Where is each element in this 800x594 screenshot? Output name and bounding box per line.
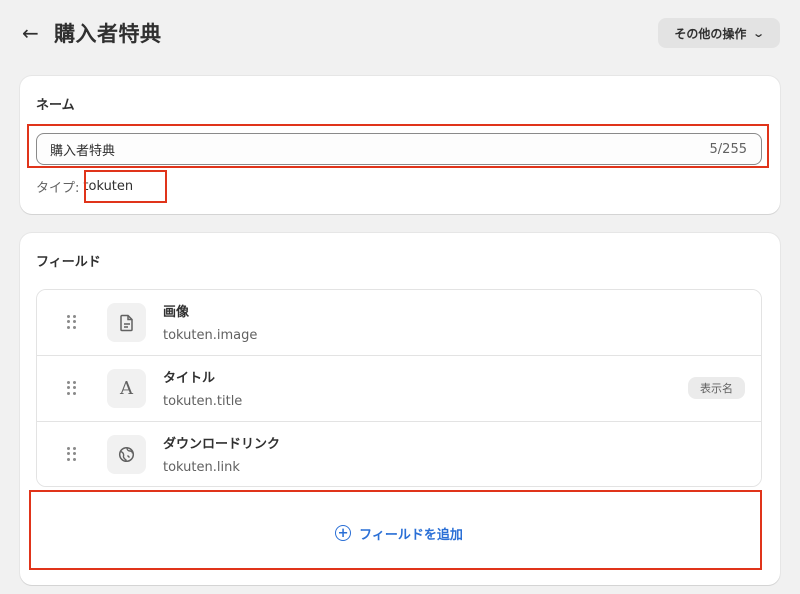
name-card-title: ネーム (36, 98, 75, 113)
name-input-value: 購入者特典 (50, 143, 116, 159)
name-input[interactable]: 購入者特典 5/255 (36, 133, 762, 165)
chevron-down-icon: ⌄ (752, 26, 766, 40)
more-actions-label: その他の操作 (674, 26, 747, 41)
page-header: ← 購入者特典 その他の操作 ⌄ (0, 0, 800, 66)
field-key: tokuten.title (163, 394, 243, 409)
display-name-badge: 表示名 (688, 377, 745, 399)
field-name: タイトル (163, 371, 216, 386)
text-icon: A (107, 369, 146, 408)
globe-icon (107, 435, 146, 474)
plus-circle-icon: + (335, 525, 352, 541)
back-button[interactable]: ← (22, 21, 44, 45)
name-card: ネーム 購入者特典 5/255 タイプ: tokuten (20, 76, 780, 214)
char-counter: 5/255 (709, 141, 747, 157)
drag-handle-icon[interactable] (67, 447, 77, 461)
fields-card-title: フィールド (36, 255, 101, 270)
add-field-label: フィールドを追加 (359, 527, 463, 543)
more-actions-button[interactable]: その他の操作 ⌄ (658, 18, 780, 48)
arrow-left-icon: ← (22, 21, 39, 45)
drag-handle-icon[interactable] (67, 381, 77, 395)
drag-handle-icon[interactable] (67, 315, 77, 329)
type-value: tokuten (83, 179, 134, 194)
field-row-title[interactable]: A タイトル tokuten.title 表示名 (37, 356, 761, 422)
field-name: 画像 (163, 305, 190, 320)
page-title: 購入者特典 (54, 22, 162, 46)
field-key: tokuten.image (163, 328, 258, 343)
field-key: tokuten.link (163, 460, 240, 475)
field-name: ダウンロードリンク (163, 437, 281, 452)
field-list: 画像 tokuten.image A タイトル tokuten.title 表示… (36, 289, 762, 487)
file-icon (107, 303, 146, 342)
field-row-link[interactable]: ダウンロードリンク tokuten.link (37, 422, 761, 486)
type-label: タイプ: (36, 181, 80, 196)
field-row-image[interactable]: 画像 tokuten.image (37, 290, 761, 356)
type-row: タイプ: tokuten (36, 177, 133, 196)
add-field-button[interactable]: + フィールドを追加 (36, 501, 762, 565)
fields-card: フィールド 画像 tokuten.image A タイトル tokuten.ti… (20, 233, 780, 585)
